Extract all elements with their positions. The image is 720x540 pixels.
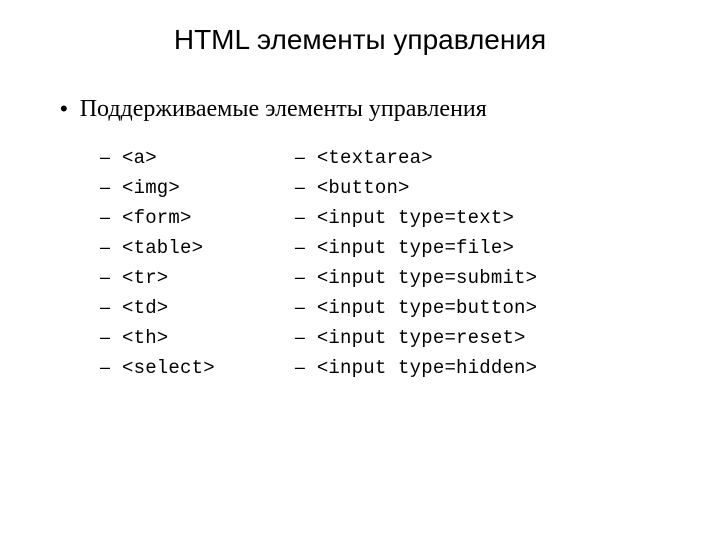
list-item: – <input type=button> — [295, 297, 537, 319]
code-text: <input type=submit> — [317, 267, 537, 289]
list-item: – <img> — [100, 177, 215, 199]
dash-icon: – — [100, 327, 122, 348]
bullet-marker: • — [60, 96, 68, 122]
list-item: – <select> — [100, 357, 215, 379]
code-text: <input type=hidden> — [317, 357, 537, 379]
slide-title: HTML элементы управления — [40, 24, 680, 56]
list-item: – <input type=reset> — [295, 327, 537, 349]
dash-icon: – — [295, 267, 317, 288]
list-item: – <table> — [100, 237, 215, 259]
code-text: <form> — [122, 207, 192, 229]
list-item: – <input type=hidden> — [295, 357, 537, 379]
columns-container: – <a> – <img> – <form> – <table> – <tr> … — [40, 147, 680, 379]
dash-icon: – — [100, 177, 122, 198]
list-item: – <th> — [100, 327, 215, 349]
dash-icon: – — [100, 207, 122, 228]
code-text: <table> — [122, 237, 203, 259]
code-text: <textarea> — [317, 147, 433, 169]
dash-icon: – — [295, 147, 317, 168]
dash-icon: – — [100, 267, 122, 288]
dash-icon: – — [295, 297, 317, 318]
code-text: <img> — [122, 177, 180, 199]
list-item: – <a> — [100, 147, 215, 169]
dash-icon: – — [295, 327, 317, 348]
code-text: <th> — [122, 327, 168, 349]
code-text: <select> — [122, 357, 215, 379]
dash-icon: – — [295, 237, 317, 258]
code-text: <button> — [317, 177, 410, 199]
dash-icon: – — [295, 357, 317, 378]
code-text: <tr> — [122, 267, 168, 289]
right-column: – <textarea> – <button> – <input type=te… — [295, 147, 537, 379]
code-text: <input type=reset> — [317, 327, 526, 349]
dash-icon: – — [295, 177, 317, 198]
code-text: <input type=button> — [317, 297, 537, 319]
code-text: <a> — [122, 147, 157, 169]
dash-icon: – — [295, 207, 317, 228]
dash-icon: – — [100, 147, 122, 168]
list-item: – <form> — [100, 207, 215, 229]
list-item: – <input type=submit> — [295, 267, 537, 289]
dash-icon: – — [100, 297, 122, 318]
list-item: – <tr> — [100, 267, 215, 289]
list-item: – <textarea> — [295, 147, 537, 169]
list-item: – <td> — [100, 297, 215, 319]
list-item: – <input type=text> — [295, 207, 537, 229]
code-text: <input type=text> — [317, 207, 514, 229]
code-text: <input type=file> — [317, 237, 514, 259]
list-item: – <input type=file> — [295, 237, 537, 259]
bullet-item: • Поддерживаемые элементы управления — [40, 96, 680, 123]
list-item: – <button> — [295, 177, 537, 199]
code-text: <td> — [122, 297, 168, 319]
dash-icon: – — [100, 237, 122, 258]
dash-icon: – — [100, 357, 122, 378]
left-column: – <a> – <img> – <form> – <table> – <tr> … — [100, 147, 215, 379]
bullet-text: Поддерживаемые элементы управления — [80, 96, 487, 123]
